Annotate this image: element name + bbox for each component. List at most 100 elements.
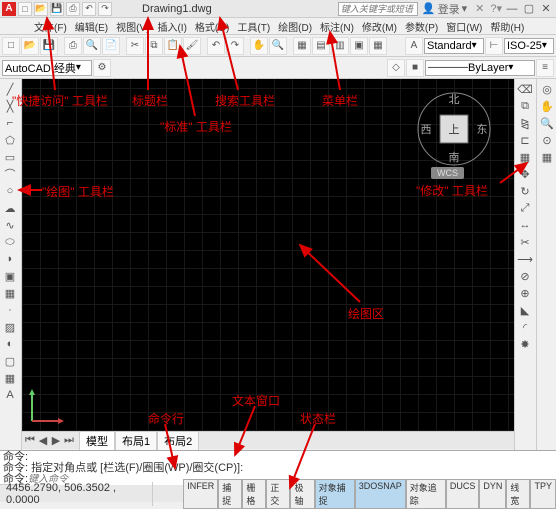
arc-icon[interactable]: ⌒: [1, 166, 19, 182]
tab-first-icon[interactable]: ⏮: [24, 435, 36, 447]
props-icon[interactable]: ▦: [293, 37, 311, 55]
circle-icon[interactable]: ○: [1, 183, 19, 199]
menu-modify[interactable]: 修改(M): [358, 19, 401, 34]
menu-tools[interactable]: 工具(T): [233, 19, 274, 34]
chamfer-icon[interactable]: ◣: [516, 302, 534, 318]
menu-format[interactable]: 格式(O): [191, 19, 233, 34]
menu-file[interactable]: 文件(F): [30, 19, 71, 34]
wheel-icon[interactable]: ◎: [538, 81, 556, 97]
copy-icon[interactable]: ⧉: [145, 37, 163, 55]
orbit-icon[interactable]: ⊙: [538, 132, 556, 148]
tool-palette-icon[interactable]: ▥: [331, 37, 349, 55]
redo-icon[interactable]: ↷: [98, 2, 112, 16]
fillet-icon[interactable]: ◜: [516, 319, 534, 335]
exchange-icon[interactable]: ✕: [475, 2, 484, 15]
search-input[interactable]: [338, 2, 418, 16]
paste-icon[interactable]: 📋: [164, 37, 182, 55]
dimstyle-icon[interactable]: ⊢: [485, 37, 503, 55]
pan-icon[interactable]: ✋: [250, 37, 268, 55]
viewcube[interactable]: 上 北 南 东 西: [414, 89, 494, 169]
sb-ducs[interactable]: DUCS: [446, 479, 480, 509]
tab-layout2[interactable]: 布局2: [157, 431, 199, 450]
tab-prev-icon[interactable]: ◀: [37, 435, 49, 447]
zoom-icon[interactable]: 🔍: [269, 37, 287, 55]
redo-icon[interactable]: ↷: [226, 37, 244, 55]
layer-icon[interactable]: ◇: [387, 59, 405, 77]
tab-last-icon[interactable]: ⏭: [63, 435, 75, 447]
cut-icon[interactable]: ✂: [126, 37, 144, 55]
explode-icon[interactable]: ✸: [516, 336, 534, 352]
sb-dyn[interactable]: DYN: [479, 479, 506, 509]
sb-grid[interactable]: 栅格: [242, 479, 266, 509]
rect-icon[interactable]: ▭: [1, 149, 19, 165]
zoom2-icon[interactable]: 🔍: [538, 115, 556, 131]
menu-dim[interactable]: 标注(N): [316, 19, 358, 34]
trim-icon[interactable]: ✂: [516, 234, 534, 250]
drawing-canvas[interactable]: 上 北 南 东 西 WCS: [22, 79, 514, 431]
sb-polar[interactable]: 极轴: [290, 479, 314, 509]
sb-snap[interactable]: 捕捉: [218, 479, 242, 509]
polygon-icon[interactable]: ⬠: [1, 132, 19, 148]
sb-lwt[interactable]: 线宽: [506, 479, 530, 509]
pline-icon[interactable]: ⌐: [1, 115, 19, 131]
save-icon[interactable]: 💾: [50, 2, 64, 16]
region-icon[interactable]: ▢: [1, 353, 19, 369]
gradient-icon[interactable]: ◐: [1, 336, 19, 352]
undo-icon[interactable]: ↶: [207, 37, 225, 55]
break-icon[interactable]: ⊘: [516, 268, 534, 284]
scale-icon[interactable]: ⤢: [516, 200, 534, 216]
join-icon[interactable]: ⊕: [516, 285, 534, 301]
sb-tpy[interactable]: TPY: [530, 479, 556, 509]
color-icon[interactable]: ■: [406, 59, 424, 77]
ellipsearc-icon[interactable]: ◗: [1, 251, 19, 267]
open-icon[interactable]: 📂: [21, 37, 39, 55]
revcloud-icon[interactable]: ☁: [1, 200, 19, 216]
spline-icon[interactable]: ∿: [1, 217, 19, 233]
calc-icon[interactable]: ▦: [369, 37, 387, 55]
new-icon[interactable]: □: [18, 2, 32, 16]
menu-help[interactable]: 帮助(H): [486, 19, 528, 34]
rotate-icon[interactable]: ↻: [516, 183, 534, 199]
ws-gear-icon[interactable]: ⚙: [93, 59, 111, 77]
sb-otrack[interactable]: 对象追踪: [406, 479, 446, 509]
copy2-icon[interactable]: ⧉: [516, 98, 534, 114]
style-combo[interactable]: Standard ▾: [424, 38, 484, 54]
offset-icon[interactable]: ⊏: [516, 132, 534, 148]
sb-3dosnap[interactable]: 3DOSNAP: [355, 479, 406, 509]
menu-insert[interactable]: 插入(I): [153, 19, 190, 34]
mtext-icon[interactable]: A: [1, 387, 19, 403]
plot-icon[interactable]: ⎙: [64, 37, 82, 55]
menu-param[interactable]: 参数(P): [401, 19, 442, 34]
menu-window[interactable]: 窗口(W): [442, 19, 486, 34]
show-icon[interactable]: ▦: [538, 149, 556, 165]
help-icon[interactable]: ?▾: [490, 2, 502, 15]
block-icon[interactable]: ▦: [1, 285, 19, 301]
textstyle-icon[interactable]: A: [405, 37, 423, 55]
match-icon[interactable]: 🖌: [183, 37, 201, 55]
tab-model[interactable]: 模型: [79, 431, 115, 450]
hatch-icon[interactable]: ▨: [1, 319, 19, 335]
layer-combo[interactable]: ———— ByLayer ▾: [425, 60, 535, 76]
undo-icon[interactable]: ↶: [82, 2, 96, 16]
lineweight-icon[interactable]: ≡: [536, 59, 554, 77]
ellipse-icon[interactable]: ⬭: [1, 234, 19, 250]
dsn-icon[interactable]: ▤: [312, 37, 330, 55]
mirror-icon[interactable]: ⧎: [516, 115, 534, 131]
move-icon[interactable]: ✥: [516, 166, 534, 182]
pan2-icon[interactable]: ✋: [538, 98, 556, 114]
minimize-button[interactable]: —: [504, 2, 520, 16]
login-area[interactable]: 👤 登录 ▾: [422, 1, 467, 17]
insert-icon[interactable]: ▣: [1, 268, 19, 284]
sb-infer[interactable]: INFER: [183, 479, 218, 509]
stretch-icon[interactable]: ↔: [516, 217, 534, 233]
save-icon[interactable]: 💾: [40, 37, 58, 55]
open-icon[interactable]: 📂: [34, 2, 48, 16]
xline-icon[interactable]: ╳: [1, 98, 19, 114]
menu-edit[interactable]: 编辑(E): [71, 19, 112, 34]
workspace-combo[interactable]: AutoCAD 经典 ▾: [2, 60, 92, 76]
table-icon[interactable]: ▦: [1, 370, 19, 386]
point-icon[interactable]: ·: [1, 302, 19, 318]
print-icon[interactable]: ⎙: [66, 2, 80, 16]
sb-osnap[interactable]: 对象捕捉: [315, 479, 355, 509]
sheet-icon[interactable]: ▣: [350, 37, 368, 55]
